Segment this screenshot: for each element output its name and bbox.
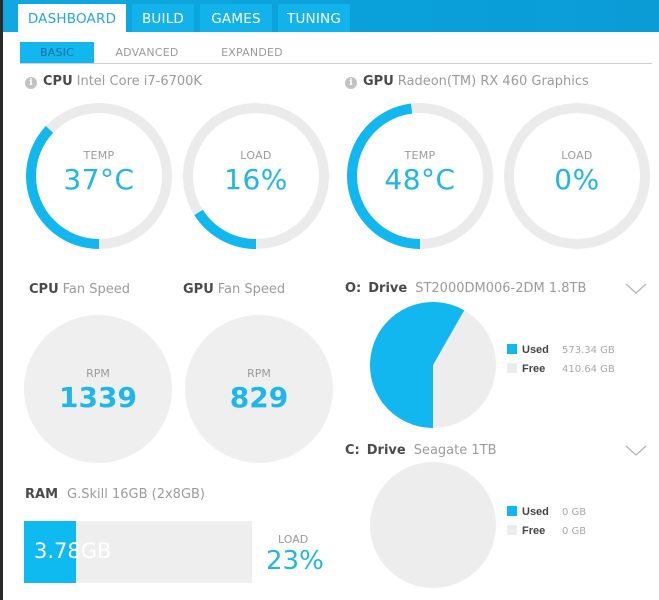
free-swatch — [507, 525, 517, 535]
ram-load-value: 23% — [266, 546, 324, 576]
drive-c-heading: C: Drive Seagate 1TB — [345, 443, 497, 458]
drive-c-legend: Used 0 GB Free 0 GB — [507, 506, 586, 544]
subtab-basic[interactable]: BASIC — [20, 42, 94, 63]
free-value: 410.64 GB — [562, 364, 615, 375]
ram-used-text: 3.78GB — [34, 539, 112, 563]
drive-c-letter: C: — [345, 443, 360, 458]
cpu-fan-label: RPM — [86, 367, 110, 380]
window-border — [0, 0, 3, 600]
drive-o-letter: O: — [345, 281, 362, 296]
ram-usage-bar: 3.78GB — [24, 521, 252, 583]
ram-name: G.Skill 16GB (2x8GB) — [67, 487, 206, 502]
ram-load-label: LOAD — [278, 533, 309, 546]
used-value: 573.34 GB — [562, 345, 615, 356]
legend-free: Free 410.64 GB — [507, 363, 615, 382]
cpu-load-value: 16% — [224, 163, 288, 196]
cpu-heading: i CPU Intel Core i7-6700K — [25, 74, 202, 89]
cpu-fan-value: 1339 — [59, 381, 137, 414]
used-swatch — [507, 506, 517, 516]
free-value: 0 GB — [562, 526, 587, 537]
drive-o-prefix: Drive — [368, 281, 408, 296]
cpu-fan-circle: RPM 1339 — [24, 315, 172, 463]
gpu-temp-label: TEMP — [404, 149, 436, 162]
gpu-temp-value: 48°C — [384, 163, 456, 196]
gpu-fan-circle: RPM 829 — [185, 315, 333, 463]
used-label: Used — [522, 506, 549, 518]
drive-o-pie — [370, 302, 496, 428]
gpu-load-gauge: LOAD 0% — [502, 101, 652, 251]
chevron-down-icon[interactable] — [625, 283, 647, 295]
gpu-fan-label: RPM — [247, 367, 271, 380]
cpu-load-label: LOAD — [240, 149, 272, 162]
drive-c-pie — [370, 462, 496, 588]
gpu-load-label: LOAD — [561, 149, 593, 162]
drive-o-legend: Used 573.34 GB Free 410.64 GB — [507, 344, 615, 382]
gpu-load-value: 0% — [554, 163, 600, 196]
subtab-advanced[interactable]: ADVANCED — [100, 42, 194, 63]
drive-o-name: ST2000DM006-2DM 1.8TB — [415, 281, 587, 296]
gpu-fan-value: 829 — [229, 381, 289, 414]
subtab-bar: BASIC ADVANCED EXPANDED — [20, 42, 652, 64]
chevron-down-icon[interactable] — [625, 445, 647, 457]
drive-c-name: Seagate 1TB — [413, 443, 497, 458]
subtab-expanded[interactable]: EXPANDED — [204, 42, 300, 63]
drive-c-prefix: Drive — [366, 443, 406, 458]
cpu-prefix: CPU — [43, 74, 73, 89]
free-label: Free — [522, 363, 546, 375]
tab-tuning[interactable]: TUNING — [278, 4, 350, 32]
used-label: Used — [522, 344, 549, 356]
cpu-fan-heading: CPU Fan Speed — [29, 282, 130, 297]
pie-slice-free — [370, 462, 496, 588]
ram-prefix: RAM — [25, 487, 59, 502]
gpu-heading: i GPU Radeon(TM) RX 460 Graphics — [345, 74, 589, 89]
tab-dashboard[interactable]: DASHBOARD — [18, 4, 126, 32]
info-icon[interactable]: i — [25, 77, 37, 89]
tab-build[interactable]: BUILD — [132, 4, 194, 32]
cpu-temp-gauge: TEMP 37°C — [24, 101, 174, 251]
cpu-fan-prefix: CPU — [29, 282, 59, 297]
tab-games[interactable]: GAMES — [200, 4, 272, 32]
cpu-temp-value: 37°C — [63, 163, 135, 196]
cpu-name: Intel Core i7-6700K — [76, 74, 202, 89]
gpu-temp-gauge: TEMP 48°C — [345, 101, 495, 251]
gpu-fan-title: Fan Speed — [217, 282, 286, 297]
gpu-name: Radeon(TM) RX 460 Graphics — [397, 74, 589, 89]
gpu-fan-heading: GPU Fan Speed — [183, 282, 285, 297]
free-swatch — [507, 363, 517, 373]
legend-used: Used 0 GB — [507, 506, 586, 525]
cpu-temp-label: TEMP — [83, 149, 115, 162]
gpu-prefix: GPU — [363, 74, 394, 89]
cpu-load-gauge: LOAD 16% — [181, 101, 331, 251]
ram-heading: RAM G.Skill 16GB (2x8GB) — [25, 487, 205, 502]
cpu-fan-title: Fan Speed — [62, 282, 130, 297]
free-label: Free — [522, 525, 546, 537]
gpu-fan-prefix: GPU — [183, 282, 214, 297]
legend-used: Used 573.34 GB — [507, 344, 615, 363]
legend-free: Free 0 GB — [507, 525, 586, 544]
top-nav: DASHBOARD BUILD GAMES TUNING — [0, 0, 659, 32]
used-swatch — [507, 344, 517, 354]
used-value: 0 GB — [562, 507, 587, 518]
info-icon[interactable]: i — [345, 77, 357, 89]
drive-o-heading: O: Drive ST2000DM006-2DM 1.8TB — [345, 281, 586, 296]
